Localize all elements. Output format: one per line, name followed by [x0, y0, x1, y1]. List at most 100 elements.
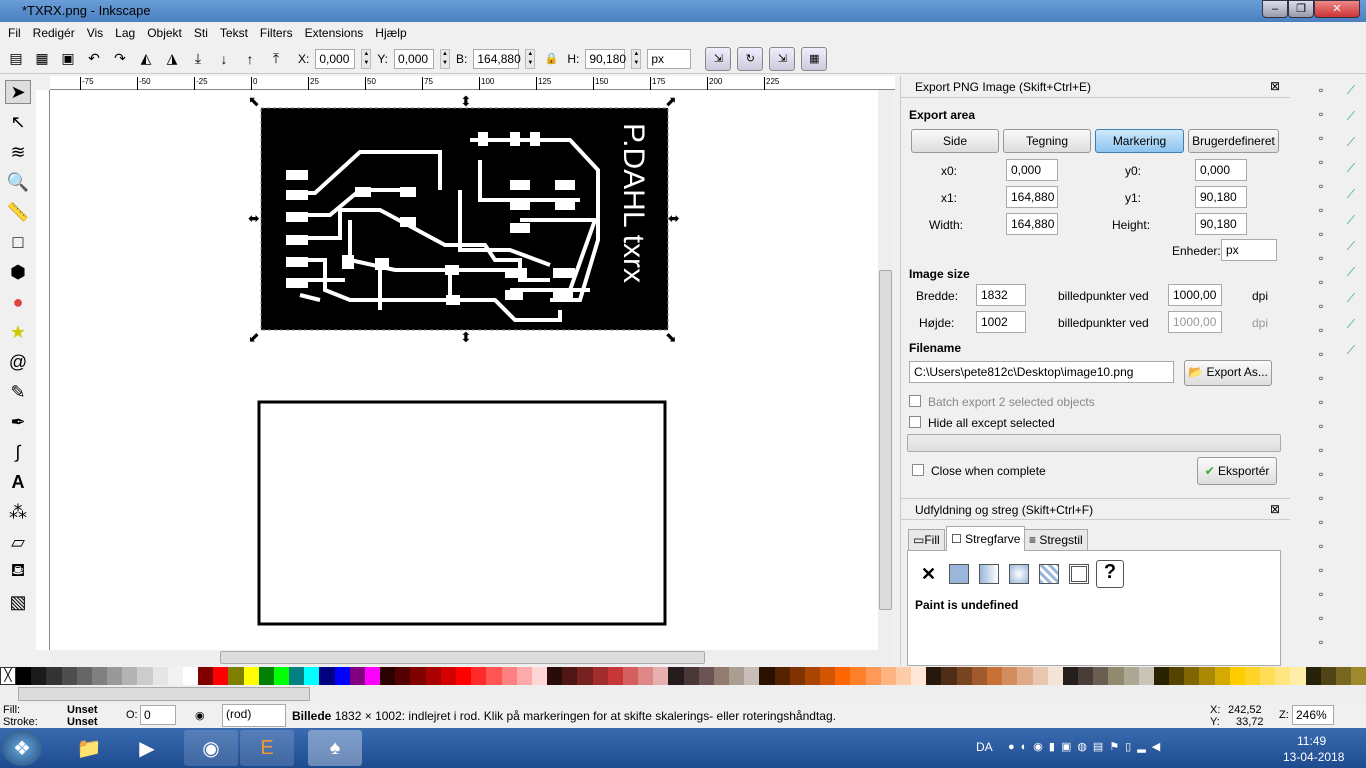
spiral-tool-icon[interactable]: @: [5, 350, 31, 374]
inkscape-task[interactable]: ♠: [308, 730, 362, 766]
color-swatch[interactable]: [926, 667, 942, 685]
color-swatch[interactable]: [638, 667, 654, 685]
snap-smooth-icon[interactable]: ⟋: [1341, 262, 1361, 282]
pencil-tool-icon[interactable]: ✎: [5, 380, 31, 404]
color-swatch[interactable]: [61, 667, 77, 685]
color-swatch[interactable]: [683, 667, 699, 685]
snap-edge-icon[interactable]: ⟋: [1341, 132, 1361, 152]
import-icon[interactable]: ▫: [1311, 176, 1331, 196]
close-when-complete-checkbox[interactable]: [912, 464, 924, 476]
color-swatch[interactable]: [1184, 667, 1200, 685]
deselect-icon[interactable]: ▣: [58, 49, 78, 69]
clone-icon[interactable]: ▫: [1311, 440, 1331, 460]
vertical-scrollbar[interactable]: [878, 90, 893, 650]
color-swatch[interactable]: [349, 667, 365, 685]
ellipse-tool-icon[interactable]: ●: [5, 290, 31, 314]
hide-all-checkbox[interactable]: [909, 416, 921, 428]
color-swatch[interactable]: [547, 667, 563, 685]
select-all-layers-icon[interactable]: ▦: [32, 49, 52, 69]
snap-nodes-icon[interactable]: ⟋: [1341, 184, 1361, 204]
raise-top-icon[interactable]: ⤒: [266, 49, 286, 69]
menu-objekt[interactable]: Objekt: [147, 26, 182, 40]
horizontal-scrollbar[interactable]: [50, 650, 893, 665]
w-spin[interactable]: ▲ ▼: [525, 48, 536, 69]
x-spin[interactable]: ▲ ▼: [361, 48, 372, 69]
color-swatch[interactable]: [956, 667, 972, 685]
color-swatch[interactable]: [425, 667, 441, 685]
color-swatch[interactable]: [1017, 667, 1033, 685]
gradient-tool-icon[interactable]: ▧: [5, 590, 31, 614]
color-swatch[interactable]: [971, 667, 987, 685]
layer-select[interactable]: (rod): [222, 704, 286, 727]
opacity-field[interactable]: 0: [140, 705, 176, 725]
print-icon[interactable]: ▫: [1311, 152, 1331, 172]
color-swatch[interactable]: [471, 667, 487, 685]
color-swatch[interactable]: [865, 667, 881, 685]
units-select[interactable]: px: [1221, 239, 1277, 261]
color-swatch[interactable]: [410, 667, 426, 685]
tab-markering[interactable]: Markering: [1095, 129, 1184, 153]
save-icon[interactable]: ▫: [1311, 128, 1331, 148]
color-swatch[interactable]: [1153, 667, 1170, 685]
paste-icon[interactable]: ▫: [1311, 320, 1331, 340]
color-swatch[interactable]: [107, 667, 123, 685]
start-button[interactable]: ❖: [2, 730, 42, 766]
scale-stroke-toggle[interactable]: ⇲: [705, 46, 732, 71]
color-swatch[interactable]: [577, 667, 593, 685]
color-swatch[interactable]: [122, 667, 138, 685]
color-swatch[interactable]: [653, 667, 669, 685]
color-swatch[interactable]: [304, 667, 320, 685]
menu-lag[interactable]: Lag: [115, 26, 135, 40]
color-swatch[interactable]: [364, 667, 381, 685]
snap-grid-icon[interactable]: ⟋: [1341, 314, 1361, 334]
snap-path-icon[interactable]: ⟋: [1341, 210, 1361, 230]
chrome-task[interactable]: ◉: [184, 730, 238, 766]
open-icon[interactable]: ▫: [1311, 104, 1331, 124]
color-swatch[interactable]: [137, 667, 153, 685]
color-swatch[interactable]: [744, 667, 760, 685]
export-button[interactable]: ✔ Eksportér: [1197, 457, 1277, 485]
color-swatch[interactable]: [1320, 667, 1336, 685]
color-swatch[interactable]: [1047, 667, 1063, 685]
lower-bottom-icon[interactable]: ⤓: [188, 49, 208, 69]
color-swatch[interactable]: [1290, 667, 1306, 685]
bucket-tool-icon[interactable]: ⛾: [5, 560, 31, 584]
h-spin[interactable]: ▲ ▼: [631, 48, 642, 69]
color-swatch[interactable]: [334, 667, 350, 685]
color-swatch[interactable]: [987, 667, 1003, 685]
rectangle-tool-icon[interactable]: □: [5, 230, 31, 254]
color-swatch[interactable]: [592, 667, 608, 685]
menu-extensions[interactable]: Extensions: [305, 26, 364, 40]
flat-color-icon[interactable]: [949, 564, 969, 584]
tweak-tool-icon[interactable]: ≋: [5, 140, 31, 164]
unset-paint-icon[interactable]: ?: [1096, 560, 1124, 588]
flip-horizontal-icon[interactable]: ◭: [136, 49, 156, 69]
tab-fill[interactable]: ▭Fill: [908, 529, 945, 551]
export-width-field[interactable]: 164,880: [1006, 213, 1058, 235]
snap-bbox-icon[interactable]: ⟋: [1341, 106, 1361, 126]
snap-center-icon[interactable]: ⟋: [1341, 288, 1361, 308]
text-tool-icon[interactable]: A: [5, 470, 31, 494]
eraser-tool-icon[interactable]: ▱: [5, 530, 31, 554]
color-swatch[interactable]: [698, 667, 714, 685]
palette-scrollbar[interactable]: [0, 685, 1366, 703]
y0-field[interactable]: 0,000: [1195, 159, 1247, 181]
color-swatch[interactable]: [1214, 667, 1230, 685]
group-icon[interactable]: ▫: [1311, 464, 1331, 484]
pattern-icon[interactable]: [1039, 564, 1059, 584]
color-swatch[interactable]: [16, 667, 32, 685]
media-player-task[interactable]: ▶: [120, 730, 174, 766]
color-swatch[interactable]: [820, 667, 836, 685]
canvas[interactable]: P.DAHL txrx ⬉ ⬍ ⬈ ⬌ ⬌ ⬋ ⬍ ⬊: [50, 90, 878, 650]
explorer-task[interactable]: 📁: [62, 730, 116, 766]
color-swatch[interactable]: [1093, 667, 1109, 685]
color-swatch[interactable]: [713, 667, 730, 685]
color-swatch[interactable]: [1260, 667, 1276, 685]
e-app-task[interactable]: E: [240, 730, 294, 766]
color-swatch[interactable]: [759, 667, 775, 685]
menu-rediger[interactable]: Redigér: [33, 26, 75, 40]
undo-icon[interactable]: ▫: [1311, 224, 1331, 244]
redo-icon[interactable]: ▫: [1311, 248, 1331, 268]
pcb-image[interactable]: P.DAHL txrx: [261, 108, 668, 330]
clock-time[interactable]: 11:49: [1297, 734, 1326, 748]
